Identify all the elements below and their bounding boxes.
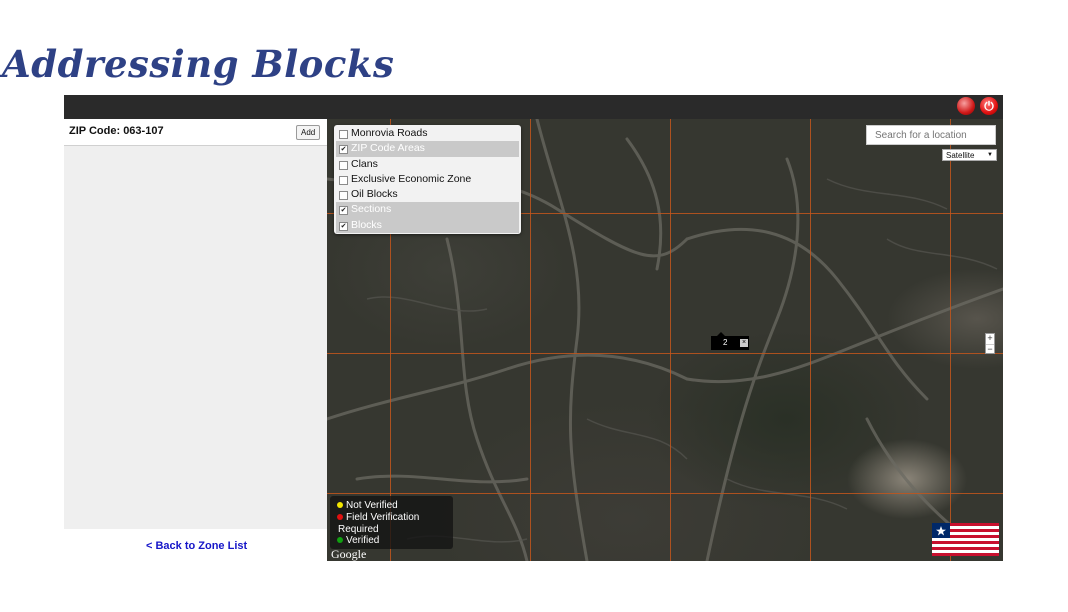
map-type-select[interactable]: Satellite ▼ — [942, 149, 997, 161]
sidebar-header: ZIP Code: 063-107 Add — [64, 119, 327, 146]
add-button[interactable]: Add — [296, 125, 321, 140]
sidebar-footer: < Back to Zone List — [64, 529, 327, 561]
slide-title: Addressing Blocks — [2, 42, 395, 86]
google-attribution: Google — [331, 547, 367, 561]
layer-checkbox[interactable] — [339, 160, 348, 170]
legend-field-verification: Field Verification — [337, 512, 419, 523]
verification-legend: Not Verified Field Verification Required… — [330, 496, 453, 549]
grid-line — [810, 119, 811, 561]
globe-icon[interactable] — [957, 97, 975, 115]
block-marker-label[interactable]: 2 × — [711, 332, 749, 350]
yellow-dot-icon — [337, 502, 343, 509]
zoom-in-button[interactable]: + — [986, 334, 994, 343]
grid-line — [327, 493, 1003, 494]
map-type-value: Satellite — [946, 151, 975, 160]
chevron-down-icon: ▼ — [987, 152, 993, 158]
layer-checkbox[interactable] — [339, 130, 348, 139]
green-dot-icon — [337, 537, 343, 544]
layer-label: Blocks — [351, 218, 382, 231]
app-window: ⏻ ZIP Code: 063-107 Add < Back to Zone L… — [64, 95, 1003, 561]
location-search-input[interactable] — [866, 125, 996, 145]
liberia-flag-icon — [932, 523, 999, 556]
zoom-control: + − — [985, 333, 995, 354]
layer-label: Oil Blocks — [351, 188, 398, 201]
power-icon[interactable]: ⏻ — [980, 97, 998, 115]
legend-verified: Verified — [337, 535, 379, 546]
layer-zip-code-areas[interactable]: ✔ ZIP Code Areas — [336, 141, 519, 157]
layer-label: Sections — [351, 203, 392, 216]
back-to-zone-list-link[interactable]: < Back to Zone List — [146, 540, 247, 552]
zoom-out-button[interactable]: − — [986, 344, 994, 354]
legend-not-verified: Not Verified — [337, 500, 398, 511]
legend-label: Not Verified — [346, 500, 398, 511]
legend-label: Verified — [346, 535, 380, 546]
layer-blocks[interactable]: ✔ Blocks — [336, 217, 519, 234]
layer-label: Clans — [351, 157, 378, 170]
legend-label: Field Verification — [346, 512, 420, 523]
layer-checkbox[interactable] — [339, 175, 348, 185]
close-icon[interactable]: × — [740, 339, 748, 347]
layer-sections[interactable]: ✔ Sections — [336, 202, 519, 218]
red-dot-icon — [337, 514, 343, 521]
layer-label: Exclusive Economic Zone — [351, 172, 472, 185]
layer-checkbox[interactable] — [339, 191, 348, 201]
grid-line — [670, 119, 671, 561]
zip-code-label: ZIP Code: 063-107 — [69, 125, 164, 137]
layer-checkbox[interactable]: ✔ — [339, 145, 348, 155]
top-bar: ⏻ — [64, 95, 1003, 119]
grid-line — [327, 353, 1003, 354]
layer-checkbox[interactable]: ✔ — [339, 221, 348, 231]
layer-oil-blocks[interactable]: Oil Blocks — [336, 187, 519, 202]
marker-number: 2 — [723, 338, 728, 347]
satellite-map[interactable]: Monrovia Roads ✔ ZIP Code Areas Clans Ex… — [327, 119, 1003, 561]
legend-required: Required — [338, 524, 379, 535]
layer-exclusive-economic-zone[interactable]: Exclusive Economic Zone — [336, 172, 519, 187]
sidebar: ZIP Code: 063-107 Add < Back to Zone Lis… — [64, 119, 327, 561]
grid-line — [530, 119, 531, 561]
layer-monrovia-roads[interactable]: Monrovia Roads — [336, 126, 519, 141]
layer-label: ZIP Code Areas — [351, 142, 425, 155]
layers-panel: Monrovia Roads ✔ ZIP Code Areas Clans Ex… — [334, 125, 521, 235]
layer-label: Monrovia Roads — [351, 127, 428, 139]
layer-clans[interactable]: Clans — [336, 157, 519, 172]
grid-line — [950, 119, 951, 561]
layer-checkbox[interactable]: ✔ — [339, 206, 348, 216]
